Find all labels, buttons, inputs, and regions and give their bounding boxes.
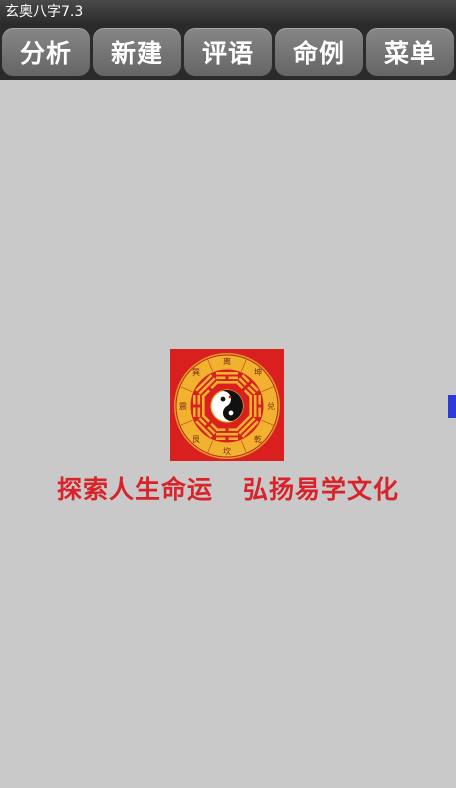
tab-examples[interactable]: 命例	[274, 27, 364, 77]
top-toolbar: 分析 新建 评语 命例 菜单	[0, 24, 456, 80]
slogan-left: 探索人生命运	[56, 475, 213, 504]
bagua-yinyang-icon: 离 坤 兑 乾 坎 艮 震 巽	[170, 349, 284, 461]
trigram-label: 坤	[254, 367, 262, 377]
trigram-label: 巽	[192, 368, 200, 377]
side-drawer-handle[interactable]	[448, 395, 456, 418]
window-title: 玄奥八字7.3	[0, 0, 456, 24]
trigram-label: 艮	[192, 435, 200, 444]
tab-new[interactable]: 新建	[92, 27, 182, 77]
splash-slogan: 探索人生命运 弘扬易学文化	[0, 470, 456, 506]
tab-analyze[interactable]: 分析	[1, 27, 91, 77]
tab-menu[interactable]: 菜单	[365, 27, 455, 77]
trigram-label: 乾	[254, 434, 262, 444]
trigram-label: 兑	[267, 401, 275, 411]
tab-review[interactable]: 评语	[183, 27, 273, 77]
slogan-right: 弘扬易学文化	[243, 475, 400, 504]
trigram-label: 离	[223, 356, 231, 366]
trigram-label: 坎	[223, 446, 231, 456]
trigram-label: 震	[179, 402, 187, 411]
